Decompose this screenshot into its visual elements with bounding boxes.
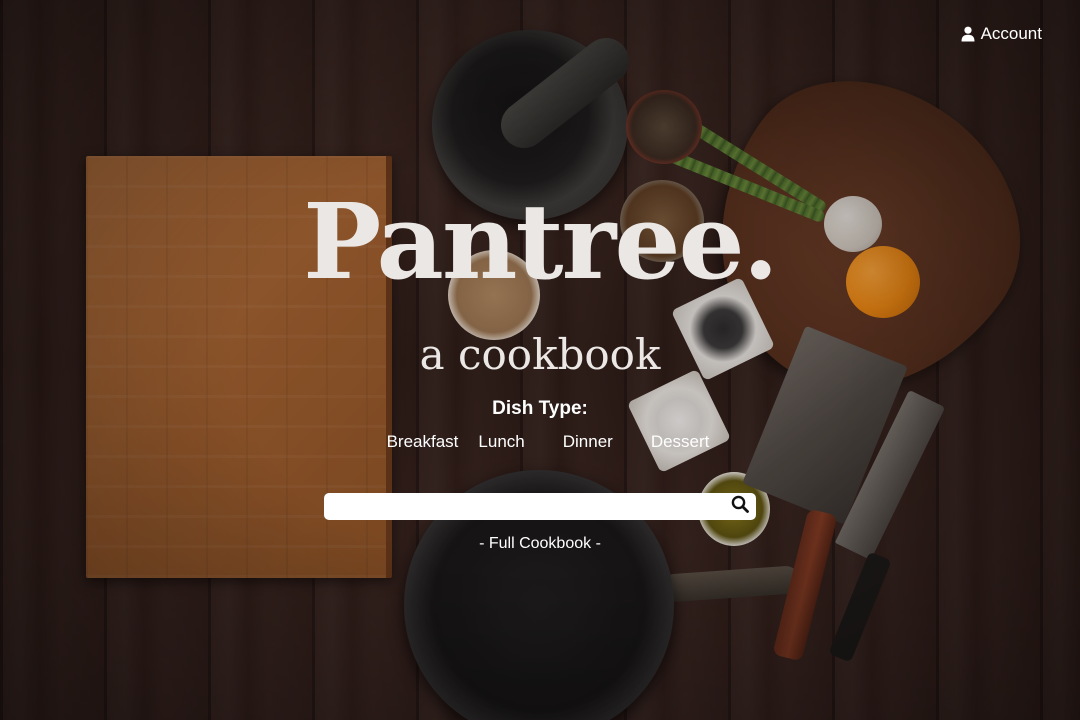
recipe-search-bar (324, 493, 756, 520)
account-label: Account (980, 24, 1042, 43)
search-icon (731, 495, 749, 518)
dish-type-lunch[interactable]: Lunch (478, 432, 524, 452)
dish-type-dinner[interactable]: Dinner (563, 432, 613, 452)
search-input[interactable] (324, 493, 724, 520)
full-cookbook-link[interactable]: - Full Cookbook - (0, 535, 1080, 553)
hero: Pantree. a cookbook Dish Type: Breakfast… (0, 190, 1080, 452)
dish-type-heading: Dish Type: (492, 398, 588, 419)
search-button[interactable] (724, 493, 756, 520)
site-tagline: a cookbook (419, 330, 661, 379)
dish-type-breakfast[interactable]: Breakfast (387, 432, 459, 452)
site-logo: Pantree. (303, 180, 779, 303)
user-icon (961, 26, 975, 42)
dish-type-dessert[interactable]: Dessert (651, 432, 710, 452)
account-link[interactable]: Account (961, 24, 1042, 44)
dish-type-filter: Breakfast Lunch Dinner Dessert (0, 432, 1080, 452)
